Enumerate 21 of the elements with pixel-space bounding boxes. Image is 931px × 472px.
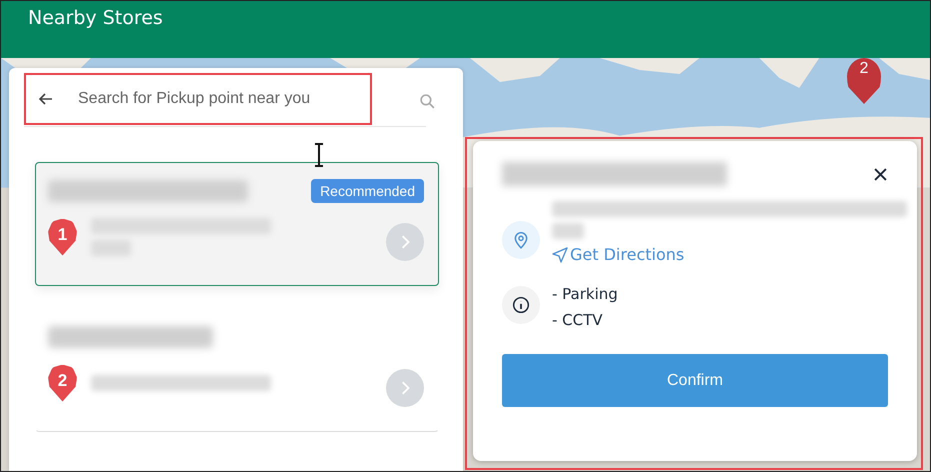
confirm-button[interactable]: Confirm (502, 354, 888, 407)
send-arrow-icon (552, 246, 568, 262)
recommended-badge: Recommended (311, 179, 424, 203)
store-marker: 1 (48, 218, 77, 256)
store-card[interactable]: 2 (35, 308, 439, 432)
text-cursor-icon (314, 143, 324, 167)
store-card[interactable]: Recommended 1 (35, 162, 439, 286)
next-button[interactable] (386, 369, 424, 407)
info-icon (502, 286, 540, 324)
blurred-text (552, 223, 584, 239)
feature-text: - CCTV (552, 310, 604, 330)
next-button[interactable] (386, 223, 424, 261)
store-marker: 2 (48, 364, 77, 402)
location-pin-icon (502, 221, 540, 259)
close-button[interactable] (872, 166, 889, 182)
get-directions-link[interactable]: Get Directions (552, 245, 907, 264)
feature-text: - Parking (552, 284, 618, 304)
page-title: Nearby Stores (28, 7, 163, 29)
back-arrow-icon[interactable] (38, 91, 54, 107)
search-icon[interactable] (419, 93, 436, 110)
search-field[interactable]: Search for Pickup point near you (76, 89, 350, 109)
